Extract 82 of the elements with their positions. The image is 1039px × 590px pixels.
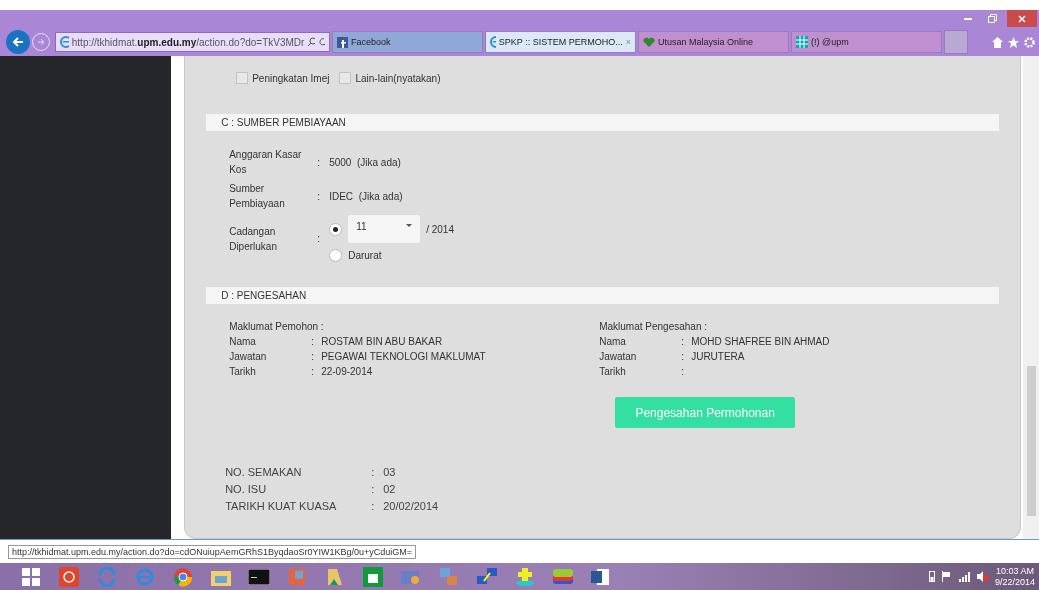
field-value: MOHD SHAFREE BIN AHMAD [691,336,831,347]
colon: : [681,366,685,377]
colon: : [317,156,321,168]
settings-icon[interactable] [1024,36,1035,48]
browser-tab[interactable]: (!) @upm [791,31,942,53]
radio-button[interactable] [329,249,343,262]
field-label: Tarikh [599,366,627,377]
checkbox[interactable] [236,72,249,84]
field-label: Sumber Pembiayaan [229,182,286,211]
heart-icon [643,36,655,48]
column-heading: Maklumat Pengesahan : [599,321,708,332]
back-arrow-icon [12,36,24,48]
back-button[interactable] [6,30,30,54]
info-value: 20/02/2014 [383,500,440,512]
clock-time[interactable]: 10:03 AM [995,565,1034,577]
colon: : [317,233,321,244]
field-label: Cadangan Diperlukan [229,224,278,254]
minimize-icon [964,17,972,20]
new-tab-button[interactable] [944,30,968,54]
field-label: Nama [599,336,627,347]
signal-icon[interactable] [958,571,971,582]
speaker-icon[interactable] [976,571,989,582]
field-value: 5000 (Jika ada) [329,156,402,168]
radio-label: Darurat [348,250,382,261]
battery-icon[interactable] [928,571,935,582]
section-header: C : SUMBER PEMBIAYAAN [206,114,1000,131]
browser-icon [60,36,69,48]
colon: : [371,483,376,495]
field-label: Jawatan [229,351,268,362]
close-button[interactable] [1007,10,1037,27]
field-label: Anggaran Kasar Kos [229,148,303,177]
browser-tab[interactable]: Utusan Malaysia Online [638,31,789,53]
browser-tab[interactable]: Facebook [332,31,483,53]
search-icon[interactable] [307,37,315,47]
year-text: / 2014 [426,223,454,235]
month-dropdown[interactable]: 11 [348,215,421,243]
grid-icon [796,36,808,48]
field-label: Jawatan [599,351,638,362]
forward-arrow-icon [37,38,45,46]
info-value: 02 [383,483,397,495]
option-label: Peningkatan Imej [252,72,330,84]
colon: : [371,500,376,512]
scrollbar[interactable] [1023,56,1039,539]
clock-date[interactable]: 9/22/2014 [994,576,1035,588]
option-checkbox[interactable]: Lain-lain(nyatakan) [339,72,441,84]
caret-icon [406,224,413,228]
info-label: NO. SEMAKAN [225,466,303,478]
column-heading: Maklumat Pemohon : [229,321,325,332]
option-label: Lain-lain(nyatakan) [355,72,441,84]
field-label: Tarikh [229,366,257,377]
address-bar[interactable]: http://tkhidmat.upm.edu.my/action.do?do=TkV3MDr [55,32,330,52]
option-checkbox[interactable]: Peningkatan Imej [236,72,330,84]
field-value: JURUTERA [691,351,746,362]
colon: : [311,351,315,362]
colon: : [681,351,685,362]
browser-tab[interactable]: SPKP :: SISTEM PERMOHO... × [485,31,636,53]
colon: : [371,466,376,478]
field-value: ROSTAM BIN ABU BAKAR [321,336,444,347]
browser-icon [490,36,496,48]
colon: : [311,366,315,377]
home-icon[interactable] [992,36,1003,48]
colon: : [317,190,321,202]
field-value: IDEC (Jika ada) [329,190,404,202]
close-icon [1018,14,1026,23]
info-label: NO. ISU [225,483,268,495]
colon: : [311,336,315,347]
field-value: 22-09-2014 [321,366,374,377]
radio-button[interactable] [329,222,343,236]
restore-icon [987,14,997,23]
colon: : [681,336,685,347]
facebook-icon [337,36,348,48]
info-label: TARIKH KUAT KUASA [225,500,338,512]
info-value: 03 [383,466,397,478]
refresh-icon[interactable] [317,37,325,47]
field-label: Nama [229,336,257,347]
url-text: http://tkhidmat.upm.edu.my/action.do?do=TkV3MDr [71,36,305,48]
flag-icon[interactable] [940,571,953,582]
checkbox[interactable] [339,72,352,84]
status-url: http://tkhidmat.upm.edu.my/action.do?do=cdONuiupAemGRhS1ByqdaoSr0YIW1KBg/0u+yCduiGM= [8,544,416,559]
star-icon[interactable] [1008,36,1019,48]
field-value: PEGAWAI TEKNOLOGI MAKLUMAT [321,351,487,362]
section-header: D : PENGESAHAN [206,287,1000,304]
